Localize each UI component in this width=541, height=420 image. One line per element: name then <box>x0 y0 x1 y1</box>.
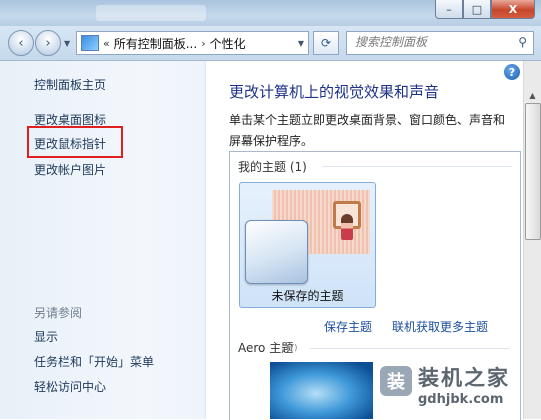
close-button[interactable]: X <box>491 0 535 19</box>
watermark-url: gdhjbk.com <box>418 392 504 407</box>
search-input[interactable] <box>347 32 505 52</box>
breadcrumb-separator-icon[interactable]: › <box>201 37 205 50</box>
refresh-icon: ⟳ <box>320 36 332 50</box>
address-row: ‹ › ▼ « 所有控制面板... › 个性化 ▼ ⟳ ⚲ <box>0 26 541 61</box>
forward-button[interactable]: › <box>35 30 61 56</box>
control-panel-icon <box>81 35 99 51</box>
title-bar: – □ X <box>0 0 541 26</box>
minimize-button[interactable]: – <box>435 0 463 19</box>
maximize-icon: □ <box>471 2 483 16</box>
get-more-themes-online-link[interactable]: 联机获取更多主题 <box>392 318 488 335</box>
overflow-chevron-icon[interactable]: « <box>103 37 110 50</box>
search-box[interactable]: ⚲ <box>346 31 534 55</box>
scroll-up-icon[interactable]: ▲ <box>524 87 541 103</box>
window-color-swatch <box>245 220 308 284</box>
breadcrumb-personalization[interactable]: 个性化 <box>210 35 246 52</box>
address-dropdown-icon[interactable]: ▼ <box>298 39 304 48</box>
aero-themes-section-header: Aero 主题 <box>238 341 294 355</box>
forward-arrow-icon: › <box>45 35 51 51</box>
aero-section-divider <box>310 348 510 349</box>
breadcrumb-all-control-panel[interactable]: 所有控制面板... <box>114 35 197 52</box>
vertical-scrollbar[interactable]: ▲ <box>523 61 541 419</box>
help-icon[interactable]: ? <box>504 64 520 80</box>
see-also-heading: 另请参阅 <box>34 306 83 320</box>
back-button[interactable]: ‹ <box>8 30 34 56</box>
aero-themes-count: (7) <box>286 343 298 352</box>
change-account-picture-link[interactable]: 更改帐户图片 <box>34 161 106 178</box>
recent-pages-dropdown-icon[interactable]: ▼ <box>64 39 70 48</box>
unsaved-theme-label: 未保存的主题 <box>271 289 344 303</box>
section-divider <box>322 166 512 167</box>
highlight-box <box>27 126 123 158</box>
minimize-icon: – <box>446 2 452 16</box>
watermark-text: 装机之家 <box>418 366 510 390</box>
display-link[interactable]: 显示 <box>34 328 58 345</box>
maximize-button[interactable]: □ <box>463 0 491 19</box>
back-arrow-icon: ‹ <box>18 35 24 51</box>
my-themes-section-header: 我的主题 (1) <box>238 160 307 174</box>
window-controls: – □ X <box>435 0 535 20</box>
page-description: 单击某个主题立即更改桌面背景、窗口颜色、声音和屏幕保护程序。 <box>229 113 506 148</box>
ease-of-access-link[interactable]: 轻松访问中心 <box>34 378 106 395</box>
control-panel-home-link[interactable]: 控制面板主页 <box>34 76 106 93</box>
address-bar[interactable]: « 所有控制面板... › 个性化 ▼ <box>76 31 309 55</box>
refresh-button[interactable]: ⟳ <box>313 31 339 55</box>
page-title: 更改计算机上的视觉效果和声音 <box>229 83 440 101</box>
search-icon[interactable]: ⚲ <box>518 35 527 49</box>
scrollbar-thumb[interactable] <box>525 103 541 240</box>
close-icon: X <box>508 2 518 16</box>
aero-theme-tile[interactable] <box>270 362 373 419</box>
help-glyph: ? <box>508 65 516 79</box>
taskbar-start-menu-link[interactable]: 任务栏和「开始」菜单 <box>34 353 154 370</box>
save-theme-link[interactable]: 保存主题 <box>324 318 372 335</box>
watermark-logo: 装 <box>380 366 412 396</box>
title-bar-ghost-tab <box>96 5 206 21</box>
wallpaper-character <box>341 214 353 240</box>
